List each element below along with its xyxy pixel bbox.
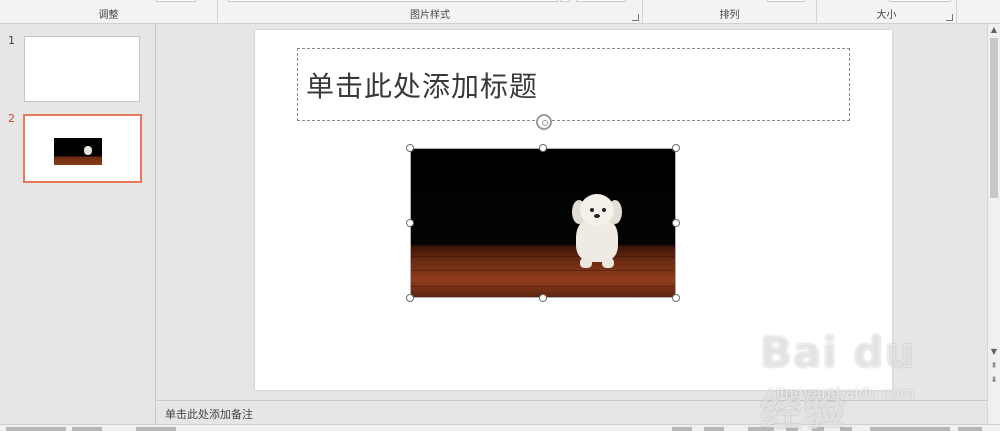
next-slide-icon[interactable]: ⇟ [988,374,1000,386]
slide-sorter-button[interactable] [786,427,798,431]
thumbnail-dog [84,146,92,155]
ribbon-control[interactable] [576,0,626,2]
size-field[interactable] [889,0,951,2]
resize-handle-top-right[interactable] [672,144,680,152]
ribbon-group-picture-styles: 图片样式 [218,0,643,24]
previous-slide-icon[interactable]: ⇞ [988,360,1000,372]
zoom-slider[interactable] [870,427,950,431]
zoom-level[interactable] [958,427,982,431]
title-placeholder[interactable]: 单击此处添加标题 [297,48,850,121]
scroll-up-icon[interactable]: ▲ [988,24,1000,36]
slide-editor: 单击此处添加标题 [157,24,987,400]
slide-thumbnail-1[interactable] [24,36,140,102]
resize-handle-top[interactable] [539,144,547,152]
resize-handle-bottom-right[interactable] [672,294,680,302]
notes-button[interactable] [672,427,692,431]
accessibility-indicator [136,427,176,431]
status-bar [0,424,1000,431]
puppy [572,194,622,269]
rotate-handle-icon[interactable] [536,114,552,130]
resize-handle-bottom-left[interactable] [406,294,414,302]
language-indicator [72,427,102,431]
ribbon-group-label: 排列 [719,10,740,21]
title-placeholder-text: 单击此处添加标题 [306,70,539,103]
slide-canvas[interactable]: 单击此处添加标题 [255,30,892,390]
notes-scrollbar[interactable] [987,400,1000,424]
slide-indicator [6,427,66,431]
dialog-launcher-icon[interactable] [946,14,953,21]
dialog-launcher-icon[interactable] [632,14,639,21]
floor-plank [410,286,676,287]
ribbon-control[interactable] [156,0,196,2]
slide-thumbnail-pane: 1 2 [0,24,156,424]
picture-style-more[interactable] [560,0,570,2]
slide-number: 2 [8,112,15,125]
ribbon-group-label: 调整 [98,10,119,21]
vertical-scrollbar[interactable]: ▲ ▼ ⇞ ⇟ [987,24,1000,400]
normal-view-button[interactable] [748,427,774,431]
picture-background [410,148,676,298]
powerpoint-window: 调整 图片样式 排列 大小 1 2 单击此处添加标题 ▲ ▼ ⇞ ⇟ 单击此处添… [0,0,1000,431]
thumbnail-picture [54,138,102,165]
resize-handle-top-left[interactable] [406,144,414,152]
notes-pane[interactable]: 单击此处添加备注 [157,400,987,424]
resize-handle-left[interactable] [406,219,414,227]
notes-placeholder: 单击此处添加备注 [165,408,253,421]
dog-picture[interactable] [410,148,676,298]
slide-number: 1 [8,34,15,47]
ribbon-control[interactable] [767,0,805,2]
floor-plank [410,256,676,257]
reading-view-button[interactable] [812,427,824,431]
scrollbar-thumb[interactable] [990,38,998,198]
scroll-down-icon[interactable]: ▼ [988,346,1000,358]
ribbon: 调整 图片样式 排列 大小 [0,0,1000,24]
ribbon-group-adjust: 调整 [0,0,218,24]
slideshow-button[interactable] [840,427,852,431]
resize-handle-right[interactable] [672,219,680,227]
ribbon-group-size: 大小 [817,0,957,24]
floor-plank [410,270,676,271]
ribbon-group-label: 图片样式 [410,10,450,21]
comments-button[interactable] [704,427,724,431]
picture-style-gallery[interactable] [228,0,558,2]
slide-thumbnail-2[interactable] [23,114,142,183]
resize-handle-bottom[interactable] [539,294,547,302]
ribbon-group-arrange: 排列 [643,0,817,24]
ribbon-group-label: 大小 [876,10,897,21]
